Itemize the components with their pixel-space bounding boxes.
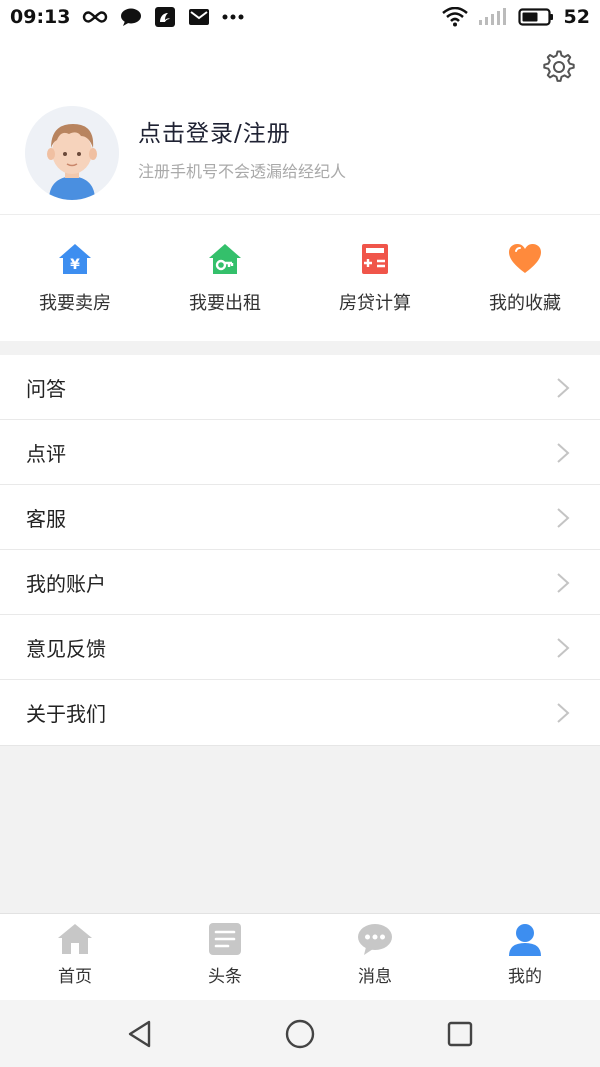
battery-icon [517, 8, 553, 26]
chevron-right-icon [557, 378, 570, 398]
home-icon [58, 924, 92, 954]
system-navigation-bar [0, 1000, 600, 1067]
status-right: 52 [441, 6, 590, 28]
user-icon [509, 924, 541, 956]
menu-item-qa[interactable]: 问答 [0, 355, 600, 420]
menu-item-label: 客服 [26, 506, 66, 531]
tab-label: 我的 [508, 967, 542, 987]
app-screen: 09:13 52 点击登录/注册 注册手机号不会透漏给经纪人 ¥ 我要卖房 我要… [0, 0, 600, 1067]
recent-apps-button[interactable] [440, 1014, 480, 1054]
status-time: 09:13 [10, 6, 71, 28]
gear-icon[interactable] [542, 50, 576, 84]
avatar-illustration [25, 106, 119, 200]
menu-item-my-account[interactable]: 我的账户 [0, 550, 600, 615]
menu-item-label: 我的账户 [26, 571, 106, 596]
quick-actions: ¥ 我要卖房 我要出租 房贷计算 我的收藏 [0, 214, 600, 341]
quick-action-label: 房贷计算 [339, 293, 411, 314]
quick-action-rent-out[interactable]: 我要出租 [150, 215, 300, 341]
heart-icon [509, 244, 541, 273]
quick-action-label: 我的收藏 [489, 293, 561, 314]
signal-icon [478, 8, 506, 25]
login-hint-text: 注册手机号不会透漏给经纪人 [138, 162, 347, 181]
quick-action-label: 我要卖房 [39, 293, 111, 314]
quick-action-my-favorites[interactable]: 我的收藏 [450, 215, 600, 341]
menu-item-customer-service[interactable]: 客服 [0, 485, 600, 550]
menu-item-about-us[interactable]: 关于我们 [0, 680, 600, 745]
home-button[interactable] [280, 1014, 320, 1054]
profile-header: 点击登录/注册 注册手机号不会透漏给经纪人 [0, 34, 600, 214]
quick-action-sell-house[interactable]: ¥ 我要卖房 [0, 215, 150, 341]
back-triangle-icon [128, 1020, 151, 1047]
tab-headlines[interactable]: 头条 [150, 914, 300, 1000]
tab-messages[interactable]: 消息 [300, 914, 450, 1000]
back-button[interactable] [120, 1014, 160, 1054]
uc-browser-icon [155, 7, 176, 27]
menu-item-label: 意见反馈 [26, 636, 106, 661]
house-key-icon [209, 244, 241, 274]
chevron-right-icon [557, 638, 570, 658]
bottom-tab-bar: 首页 头条 消息 我的 [0, 913, 600, 1000]
news-icon [209, 923, 241, 955]
chat-bubble-icon [121, 8, 142, 26]
battery-level: 52 [563, 6, 590, 28]
quick-action-mortgage-calculator[interactable]: 房贷计算 [300, 215, 450, 341]
calculator-icon [362, 244, 388, 274]
login-register-link[interactable]: 点击登录/注册 [138, 114, 291, 148]
settings-menu: 问答 点评 客服 我的账户 意见反馈 关于我们 [0, 355, 600, 746]
house-yen-icon: ¥ [59, 244, 91, 274]
tab-profile[interactable]: 我的 [450, 914, 600, 1000]
message-icon [358, 924, 392, 955]
home-circle-icon [285, 1019, 315, 1048]
quick-action-label: 我要出租 [189, 293, 261, 314]
tab-label: 首页 [58, 967, 92, 987]
tab-label: 消息 [358, 967, 392, 987]
status-left: 09:13 [10, 6, 244, 28]
tab-home[interactable]: 首页 [0, 914, 150, 1000]
menu-item-label: 关于我们 [26, 702, 106, 726]
more-dots-icon [222, 14, 244, 20]
tab-label: 头条 [208, 967, 242, 987]
avatar[interactable] [25, 106, 119, 200]
chevron-right-icon [557, 508, 570, 528]
wifi-icon [441, 7, 468, 27]
status-bar: 09:13 52 [0, 0, 600, 34]
recent-square-icon [447, 1021, 473, 1046]
mail-icon [189, 9, 210, 25]
menu-item-label: 问答 [26, 376, 66, 401]
chevron-right-icon [557, 443, 570, 463]
chevron-right-icon [557, 703, 570, 723]
svg-text:¥: ¥ [70, 257, 80, 273]
menu-item-reviews[interactable]: 点评 [0, 420, 600, 485]
menu-item-feedback[interactable]: 意见反馈 [0, 615, 600, 680]
infinity-icon [83, 11, 108, 23]
chevron-right-icon [557, 573, 570, 593]
menu-item-label: 点评 [26, 441, 66, 466]
